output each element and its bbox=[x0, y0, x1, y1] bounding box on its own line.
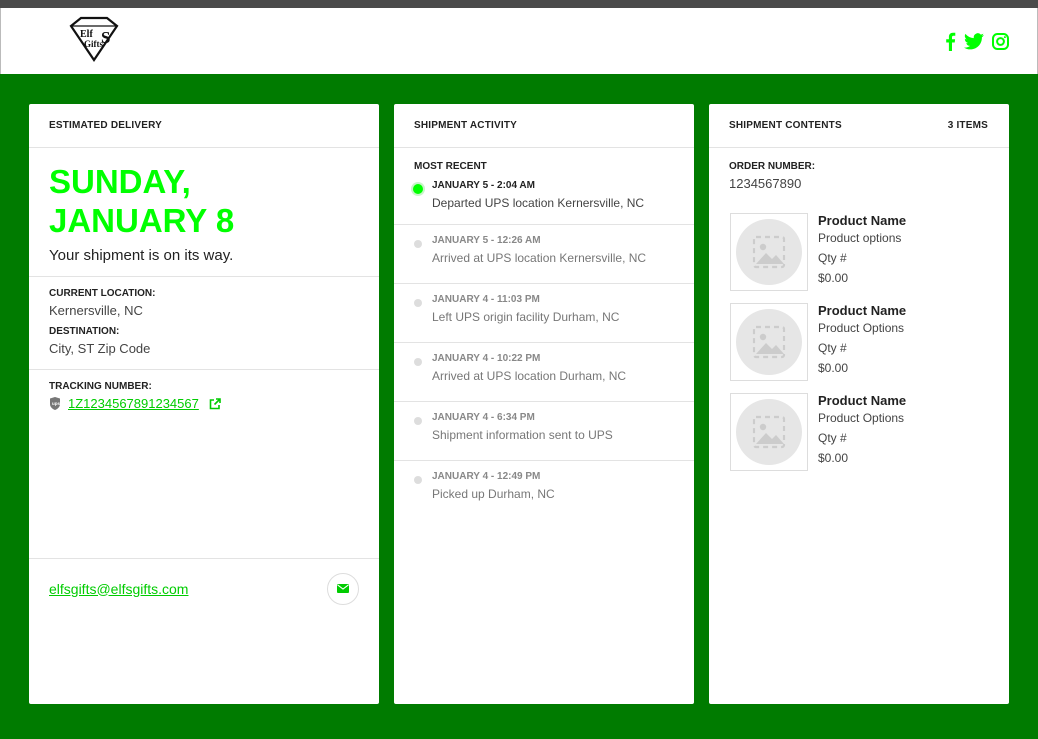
activity-description: Left UPS origin facility Durham, NC bbox=[432, 310, 620, 324]
order-section: ORDER NUMBER: 1234567890 bbox=[709, 148, 1009, 191]
instagram-icon[interactable] bbox=[992, 33, 1009, 50]
product-name: Product Name bbox=[818, 303, 907, 318]
card-title: ESTIMATED DELIVERY bbox=[49, 120, 163, 131]
activity-time: JANUARY 4 - 10:22 PM bbox=[432, 353, 541, 364]
product-item: Product Name Product Options Qty # $0.00 bbox=[730, 393, 989, 471]
activity-description: Arrived at UPS location Durham, NC bbox=[432, 369, 627, 383]
ups-shield-icon: ups bbox=[50, 397, 60, 410]
product-options: Product Options bbox=[818, 411, 905, 425]
image-placeholder-icon bbox=[736, 309, 802, 375]
activity-description: Picked up Durham, NC bbox=[432, 487, 555, 501]
card-header: ESTIMATED DELIVERY bbox=[29, 104, 379, 148]
product-qty: Qty # bbox=[818, 341, 847, 355]
estimated-delivery-card: ESTIMATED DELIVERY SUNDAY, JANUARY 8 You… bbox=[29, 104, 379, 704]
product-info: Product Name Product Options Qty # $0.00 bbox=[808, 393, 906, 471]
location-section: CURRENT LOCATION: Kernersville, NC DESTI… bbox=[29, 277, 379, 370]
external-link-icon[interactable] bbox=[209, 397, 221, 410]
product-info: Product Name Product options Qty # $0.00 bbox=[808, 213, 906, 291]
product-qty: Qty # bbox=[818, 251, 847, 265]
delivery-message: Your shipment is on its way. bbox=[29, 240, 379, 277]
tracking-row: ups 1Z1234567891234567 bbox=[49, 396, 359, 411]
product-info: Product Name Product Options Qty # $0.00 bbox=[808, 303, 906, 381]
top-strip bbox=[0, 0, 1038, 8]
product-item: Product Name Product Options Qty # $0.00 bbox=[730, 303, 989, 381]
brand-logo[interactable]: Elf S Gifts bbox=[67, 16, 121, 70]
contact-email-row: elfsgifts@elfsgifts.com bbox=[29, 558, 379, 618]
status-dot bbox=[414, 358, 422, 366]
product-item: Product Name Product options Qty # $0.00 bbox=[730, 213, 989, 291]
social-links bbox=[944, 32, 1009, 51]
activity-item: JANUARY 5 - 2:04 AM Departed UPS locatio… bbox=[394, 172, 694, 225]
activity-time: JANUARY 4 - 6:34 PM bbox=[432, 412, 535, 423]
product-options: Product Options bbox=[818, 321, 905, 335]
activity-description: Shipment information sent to UPS bbox=[432, 428, 613, 442]
product-thumbnail[interactable] bbox=[730, 303, 808, 381]
site-header: Elf S Gifts bbox=[0, 8, 1038, 74]
card-title: SHIPMENT ACTIVITY bbox=[414, 120, 518, 131]
most-recent-label: MOST RECENT bbox=[414, 161, 487, 172]
contact-email-link[interactable]: elfsgifts@elfsgifts.com bbox=[49, 581, 188, 597]
activity-description: Departed UPS location Kernersville, NC bbox=[432, 196, 645, 210]
product-price: $0.00 bbox=[818, 271, 849, 285]
delivery-month-day: JANUARY 8 bbox=[49, 202, 235, 239]
product-name: Product Name bbox=[818, 393, 907, 408]
tracking-number-link[interactable]: 1Z1234567891234567 bbox=[68, 396, 199, 411]
activity-item: JANUARY 4 - 6:34 PM Shipment information… bbox=[394, 402, 694, 461]
activity-item: JANUARY 4 - 12:49 PM Picked up Durham, N… bbox=[394, 461, 694, 520]
activity-item: JANUARY 4 - 11:03 PM Left UPS origin fac… bbox=[394, 284, 694, 343]
status-dot bbox=[414, 476, 422, 484]
status-dot bbox=[414, 417, 422, 425]
activity-time: JANUARY 5 - 2:04 AM bbox=[432, 180, 535, 191]
svg-text:Gifts: Gifts bbox=[84, 39, 103, 49]
delivery-day: SUNDAY, bbox=[49, 163, 191, 200]
tracking-number-label: TRACKING NUMBER: bbox=[49, 381, 152, 392]
delivery-date: SUNDAY, JANUARY 8 bbox=[29, 148, 379, 240]
facebook-icon[interactable] bbox=[944, 32, 956, 51]
activity-time: JANUARY 4 - 11:03 PM bbox=[432, 294, 540, 305]
activity-description: Arrived at UPS location Kernersville, NC bbox=[432, 251, 647, 265]
card-header: SHIPMENT ACTIVITY bbox=[394, 104, 694, 148]
activity-item: JANUARY 5 - 12:26 AM Arrived at UPS loca… bbox=[394, 225, 694, 284]
shipment-contents-card: SHIPMENT CONTENTS 3 ITEMS ORDER NUMBER: … bbox=[709, 104, 1009, 704]
status-dot-active bbox=[413, 184, 423, 194]
order-number-value: 1234567890 bbox=[729, 176, 802, 191]
destination-value: City, ST Zip Code bbox=[49, 341, 151, 356]
current-location-label: CURRENT LOCATION: bbox=[49, 288, 156, 299]
product-qty: Qty # bbox=[818, 431, 847, 445]
product-thumbnail[interactable] bbox=[730, 393, 808, 471]
image-placeholder-icon bbox=[736, 399, 802, 465]
status-dot bbox=[414, 299, 422, 307]
status-dot bbox=[414, 240, 422, 248]
product-options: Product options bbox=[818, 231, 902, 245]
twitter-icon[interactable] bbox=[964, 33, 984, 50]
order-number-label: ORDER NUMBER: bbox=[729, 161, 816, 172]
product-price: $0.00 bbox=[818, 361, 849, 375]
product-price: $0.00 bbox=[818, 451, 849, 465]
activity-item: JANUARY 4 - 10:22 PM Arrived at UPS loca… bbox=[394, 343, 694, 402]
activity-time: JANUARY 4 - 12:49 PM bbox=[432, 471, 541, 482]
product-list: Product Name Product options Qty # $0.00… bbox=[709, 191, 1009, 471]
product-name: Product Name bbox=[818, 213, 907, 228]
activity-time: JANUARY 5 - 12:26 AM bbox=[432, 235, 541, 246]
product-thumbnail[interactable] bbox=[730, 213, 808, 291]
tracking-section: TRACKING NUMBER: ups 1Z1234567891234567 bbox=[29, 370, 379, 424]
destination-label: DESTINATION: bbox=[49, 326, 120, 337]
card-title: SHIPMENT CONTENTS bbox=[729, 120, 842, 131]
item-count: 3 ITEMS bbox=[947, 120, 988, 131]
shipment-activity-card: SHIPMENT ACTIVITY MOST RECENT JANUARY 5 … bbox=[394, 104, 694, 704]
svg-text:ups: ups bbox=[52, 401, 60, 406]
card-header: SHIPMENT CONTENTS 3 ITEMS bbox=[709, 104, 1009, 148]
image-placeholder-icon bbox=[736, 219, 802, 285]
current-location-value: Kernersville, NC bbox=[49, 303, 143, 318]
email-button[interactable] bbox=[327, 572, 359, 605]
envelope-icon bbox=[337, 584, 349, 593]
